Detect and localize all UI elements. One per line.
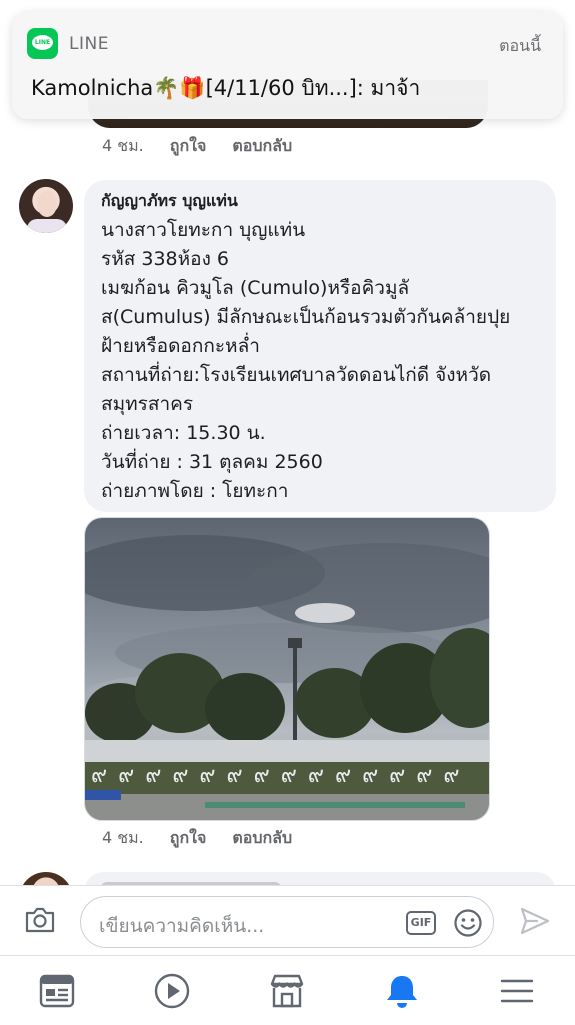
emoji-icon[interactable] — [453, 908, 483, 938]
comment-line: นางสาวโยทะกา บุญแท่น — [101, 219, 306, 241]
notifications-icon[interactable] — [383, 972, 421, 1010]
comment-input[interactable]: เขียนความคิดเห็น... GIF — [80, 896, 494, 948]
news-feed-icon[interactable] — [38, 972, 76, 1010]
line-notification-banner[interactable]: LINE LINE ตอนนี้ Kamolnicha🌴🎁[4/11/60 บิ… — [12, 12, 563, 119]
notification-message: Kamolnicha🌴🎁[4/11/60 บิท...]: มาจ้า — [31, 76, 421, 100]
comment-bubble[interactable] — [84, 872, 556, 885]
watch-icon[interactable] — [153, 972, 191, 1010]
notification-app-name: LINE — [69, 34, 109, 54]
comment-line: ถ่ายเวลา: 15.30 น. — [101, 422, 266, 444]
menu-icon[interactable] — [498, 972, 536, 1010]
comments-feed[interactable]: 4 ชม. ถูกใจ ตอบกลับ กัญญาภัทร บุญแท่น นา… — [0, 0, 575, 885]
comment-line: สถานที่ถ่าย:โรงเรียนเทศบาลวัดดอนไก่ดี จั… — [101, 364, 492, 386]
comment-line: วันที่ถ่าย : 31 ตุลคม 2560 — [101, 451, 323, 473]
comment-author[interactable]: กัญญาภัทร บุญแท่น — [101, 190, 540, 216]
comment-composer: เขียนความคิดเห็น... GIF — [0, 885, 575, 956]
like-link[interactable]: ถูกใจ — [170, 134, 207, 159]
comment-line: เมฆก้อน คิวมูโล (Cumulo)หรือคิวมูลั — [101, 277, 410, 299]
comment-bubble[interactable]: กัญญาภัทร บุญแท่น นางสาวโยทะกา บุญแท่น ร… — [84, 180, 556, 512]
bottom-tab-bar — [0, 955, 575, 1025]
reply-link[interactable]: ตอบกลับ — [232, 134, 292, 159]
send-icon[interactable] — [519, 905, 551, 937]
comment-line: ฝ้ายหรือดอกกะหล่ำ — [101, 335, 260, 357]
notification-time: ตอนนี้ — [499, 36, 541, 55]
comment-line: สมุทรสาคร — [101, 393, 194, 415]
photo-caption-glyphs: ๙ ๙ ๙ ๙ ๙ ๙ ๙ ๙ ๙ ๙ ๙ ๙ ๙ ๙ — [91, 763, 462, 788]
like-link[interactable]: ถูกใจ — [170, 826, 207, 851]
line-app-icon: LINE — [27, 28, 58, 59]
comment-input-placeholder: เขียนความคิดเห็น... — [99, 915, 265, 937]
camera-icon[interactable] — [24, 906, 56, 934]
avatar[interactable] — [19, 179, 73, 233]
comment-actions: 4 ชม. ถูกใจ ตอบกลับ — [102, 826, 292, 850]
comment-timestamp: 4 ชม. — [102, 135, 144, 155]
comment-photo[interactable]: ๙ ๙ ๙ ๙ ๙ ๙ ๙ ๙ ๙ ๙ ๙ ๙ ๙ ๙ — [84, 517, 490, 821]
previous-comment-actions: 4 ชม. ถูกใจ ตอบกลับ — [102, 134, 292, 158]
cloudy-sky-photo: ๙ ๙ ๙ ๙ ๙ ๙ ๙ ๙ ๙ ๙ ๙ ๙ ๙ ๙ — [85, 518, 489, 820]
line-icon-label: LINE — [34, 39, 51, 46]
gif-button[interactable]: GIF — [406, 911, 436, 935]
reply-link[interactable]: ตอบกลับ — [232, 826, 292, 851]
comment-timestamp: 4 ชม. — [102, 827, 144, 847]
comment-line: ส(Cumulus) มีลักษณะเป็นก้อนรวมตัวกันคล้า… — [101, 306, 511, 328]
comment-line: รหัส 338ห้อง 6 — [101, 248, 229, 270]
comment-line: ถ่ายภาพโดย : โยทะกา — [101, 480, 289, 502]
avatar[interactable] — [19, 872, 73, 885]
marketplace-icon[interactable] — [268, 972, 306, 1010]
